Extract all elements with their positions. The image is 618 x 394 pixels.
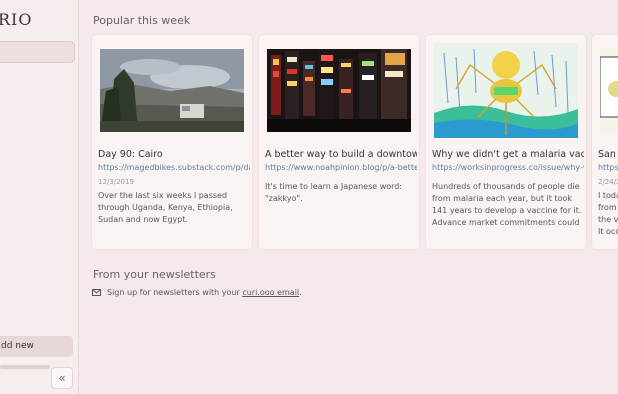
mosquito-illustration [434,43,578,138]
app-logo: RIO [0,10,33,29]
card-description: Hundreds of thousands of people die from… [432,182,582,227]
card-description: I toda from the v It occ [598,191,618,236]
sidebar-search-input[interactable] [0,41,75,63]
card-date: 2/24/2 [598,178,618,186]
illustration [600,49,618,132]
article-card[interactable]: San I https 2/24/2 I toda from the v It … [592,35,618,249]
signup-text: Sign up for newsletters with your [107,288,240,297]
card-url[interactable]: https://magedbikes.substack.com/p/day- [98,163,250,172]
sidebar: RIO dd new « [0,0,79,394]
double-chevron-left-icon: « [58,371,66,385]
article-card[interactable]: A better way to build a downtown https:/… [259,35,419,249]
article-card[interactable]: Why we didn't get a malaria vaccine http… [426,35,586,249]
section-title-popular: Popular this week [93,14,191,27]
section-title-newsletters: From your newsletters [93,268,216,281]
card-url[interactable]: https://www.noahpinion.blog/p/a-better- [265,163,417,172]
city-night-photo [267,49,411,132]
landscape-photo [100,49,244,132]
collapse-sidebar-button[interactable]: « [51,367,73,389]
signup-end: . [299,288,302,297]
card-title[interactable]: Why we didn't get a malaria vaccine [432,149,584,160]
card-date: 12/3/2019 [98,178,134,186]
card-title[interactable]: Day 90: Cairo [98,149,250,160]
article-card[interactable]: Day 90: Cairo https://magedbikes.substac… [92,35,252,249]
newsletter-signup: Sign up for newsletters with your curi.o… [92,288,302,297]
mail-icon [92,289,101,296]
card-title[interactable]: A better way to build a downtown [265,149,417,160]
signup-email-link[interactable]: curi.ooo email [242,288,299,297]
card-description: It's time to learn a Japanese word: "zak… [265,182,403,203]
card-url[interactable]: https://worksinprogress.co/issue/why-we [432,163,584,172]
card-url[interactable]: https [598,163,618,172]
card-title[interactable]: San I [598,149,618,160]
card-description: Over the last six weeks I passed through… [98,191,233,224]
add-new-button[interactable]: dd new [0,336,73,357]
sidebar-progress-bar [0,365,50,369]
